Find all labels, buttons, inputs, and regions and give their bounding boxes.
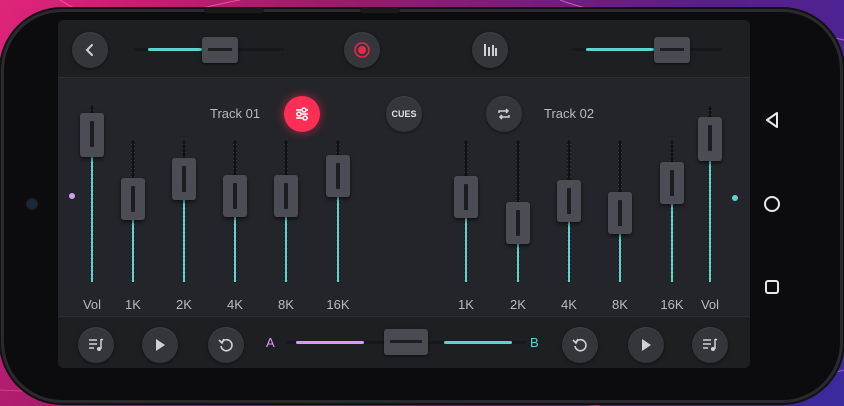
crossfader-label-a: A <box>266 335 275 350</box>
slider-knob[interactable] <box>654 37 691 63</box>
left-top-slider[interactable] <box>134 37 284 63</box>
deck-a-title: Track 01 <box>210 106 261 121</box>
playlist-music-icon <box>703 338 718 351</box>
deck-b-fader-8k[interactable] <box>608 140 632 282</box>
crossfader[interactable] <box>286 329 526 355</box>
mixer-screen: Track 01 CUES Track 02 Vol 1K 2K 4K 8K 16K 1K 2… <box>58 20 750 368</box>
fader-knob[interactable] <box>454 176 478 218</box>
deck-b-band-label: Vol <box>700 297 720 312</box>
right-top-slider[interactable] <box>572 37 722 63</box>
deck-b-band-label: 4K <box>561 297 577 312</box>
deck-b-play-button[interactable] <box>628 327 664 363</box>
deck-a-band-label: 2K <box>176 297 192 312</box>
fader-knob[interactable] <box>506 202 530 244</box>
deck-a-band-label: Vol <box>82 297 102 312</box>
record-button[interactable] <box>344 32 380 68</box>
fader-knob[interactable] <box>274 175 298 217</box>
deck-a-play-button[interactable] <box>142 327 178 363</box>
top-bar <box>58 20 750 78</box>
fader-knob[interactable] <box>121 178 145 220</box>
rotate-left-icon <box>572 338 587 352</box>
fader-knob[interactable] <box>223 175 247 217</box>
fader-fill <box>285 217 287 282</box>
fader-knob[interactable] <box>80 112 104 157</box>
deck-b-reset-button[interactable] <box>562 327 598 363</box>
deck-a-reset-button[interactable] <box>208 327 244 363</box>
deck-a-fader-16k[interactable] <box>326 140 350 282</box>
fader-fill <box>619 234 621 282</box>
phone-side-button <box>204 8 264 13</box>
fader-knob[interactable] <box>698 116 722 161</box>
levels-button[interactable] <box>472 32 508 68</box>
swap-arrows-icon <box>498 108 510 120</box>
back-button[interactable] <box>72 32 108 68</box>
chevron-left-icon <box>85 44 93 56</box>
fader-fill <box>465 218 467 282</box>
vertical-bars-icon <box>484 44 497 56</box>
crossfader-knob[interactable] <box>384 329 428 355</box>
deck-b-playlist-button[interactable] <box>692 327 728 363</box>
phone-side-button <box>360 8 400 13</box>
deck-b-band-label: 1K <box>458 297 474 312</box>
sliders-icon <box>296 107 308 121</box>
record-icon <box>354 42 370 58</box>
crossfader-label-b: B <box>530 335 539 350</box>
bottom-bar: A B <box>58 316 750 368</box>
cues-button[interactable]: CUES <box>386 96 422 132</box>
deck-a-band-label: 16K <box>326 297 350 312</box>
fader-knob[interactable] <box>326 155 350 197</box>
square-recents-icon[interactable] <box>763 278 781 296</box>
deck-a-band-label: 4K <box>227 297 243 312</box>
deck-b-title: Track 02 <box>544 106 595 121</box>
fader-fill <box>568 222 570 282</box>
fader-fill <box>132 220 134 282</box>
deck-b-band-label: 16K <box>660 297 684 312</box>
crossfader-b-fill <box>444 341 512 344</box>
system-navigation <box>752 90 792 310</box>
deck-b-fader-2k[interactable] <box>506 140 530 282</box>
slider-knob[interactable] <box>202 37 239 63</box>
deck-a-fader-2k[interactable] <box>172 140 196 282</box>
triangle-back-icon[interactable] <box>762 110 782 130</box>
crossfader-a-fill <box>296 341 364 344</box>
fader-knob[interactable] <box>608 192 632 234</box>
deck-b-indicator-dot <box>732 195 738 201</box>
eq-button[interactable] <box>284 96 320 132</box>
deck-b-band-label: 2K <box>510 297 526 312</box>
fader-fill <box>671 204 673 282</box>
rotate-left-icon <box>218 338 233 352</box>
deck-a-fader-1k[interactable] <box>121 140 145 282</box>
front-camera <box>26 198 38 210</box>
fader-fill <box>234 217 236 282</box>
deck-a-playlist-button[interactable] <box>78 327 114 363</box>
fader-knob[interactable] <box>557 180 581 222</box>
deck-b-band-label: 8K <box>612 297 628 312</box>
play-icon <box>642 339 651 351</box>
deck-a-fader-4k[interactable] <box>223 140 247 282</box>
circle-home-icon[interactable] <box>762 194 782 214</box>
swap-button[interactable] <box>486 96 522 132</box>
play-icon <box>156 339 165 351</box>
deck-a-fader-vol[interactable] <box>80 106 104 282</box>
fader-fill <box>91 156 93 282</box>
deck-a-band-label: 1K <box>125 297 141 312</box>
fader-fill <box>709 160 711 282</box>
deck-a-indicator-dot <box>69 193 75 199</box>
deck-a-fader-8k[interactable] <box>274 140 298 282</box>
fader-knob[interactable] <box>172 158 196 200</box>
deck-b-fader-4k[interactable] <box>557 140 581 282</box>
fader-knob[interactable] <box>660 162 684 204</box>
deck-b-fader-vol[interactable] <box>698 106 722 282</box>
deck-b-fader-1k[interactable] <box>454 140 478 282</box>
fader-fill <box>337 197 339 282</box>
cues-label: CUES <box>391 109 417 119</box>
fader-fill <box>517 244 519 282</box>
deck-b-fader-16k[interactable] <box>660 140 684 282</box>
fader-fill <box>183 200 185 282</box>
deck-a-band-label: 8K <box>278 297 294 312</box>
playlist-music-icon <box>89 338 104 351</box>
